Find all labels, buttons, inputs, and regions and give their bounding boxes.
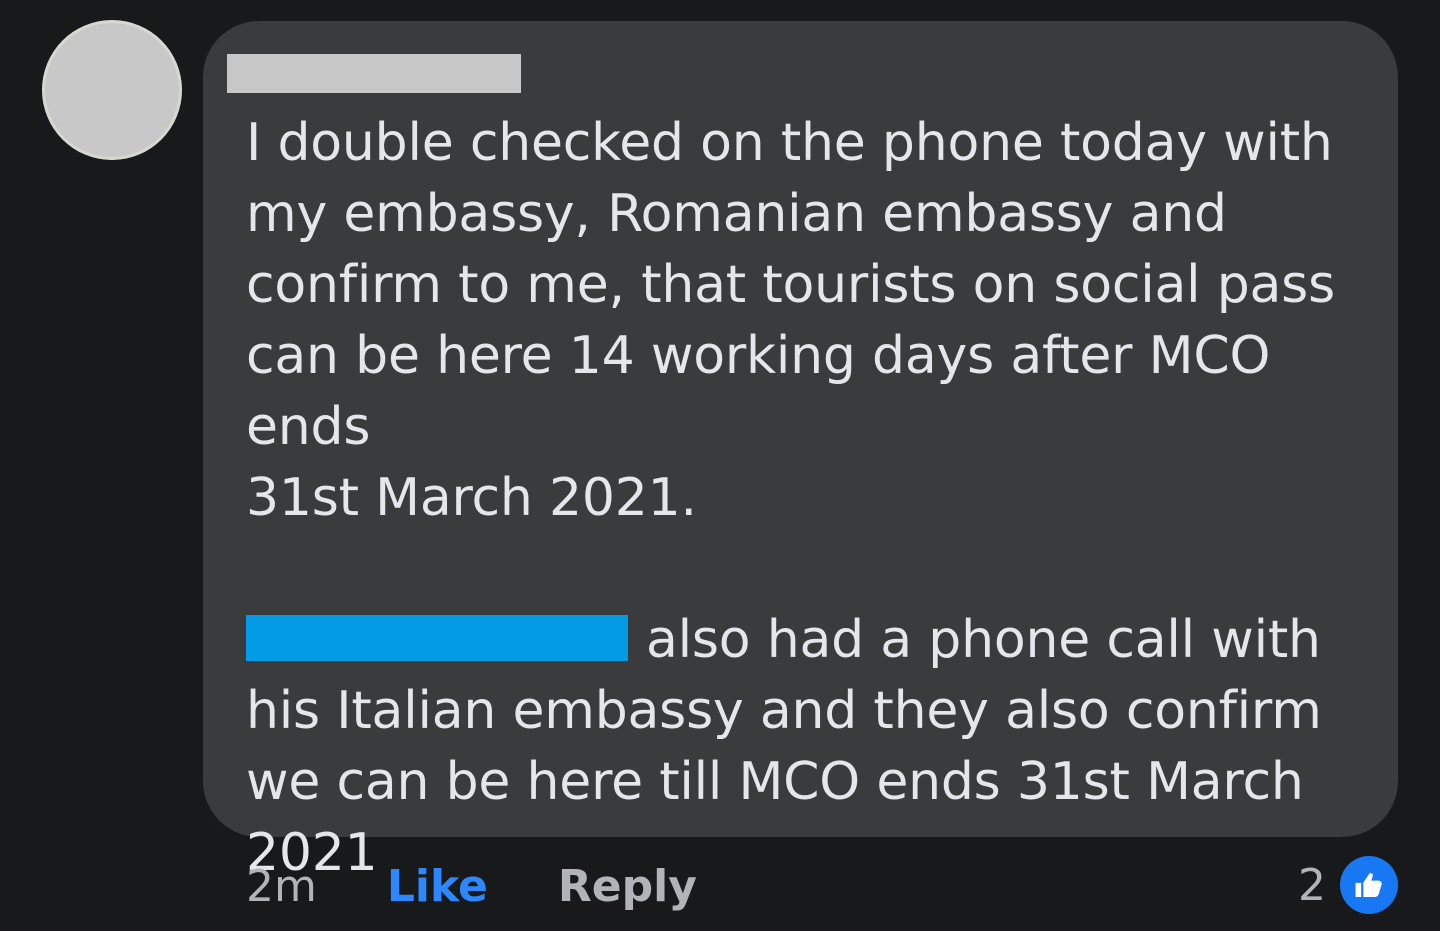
- thumbs-up-icon: [1340, 856, 1398, 914]
- redacted-author-name: [227, 54, 521, 93]
- reaction-count: 2: [1298, 859, 1326, 911]
- redacted-mention[interactable]: [246, 615, 628, 661]
- reply-button[interactable]: Reply: [558, 861, 697, 912]
- comment-body: I double checked on the phone today with…: [246, 108, 1370, 889]
- avatar[interactable]: [42, 20, 182, 160]
- comment-actions: 2m Like Reply: [246, 856, 697, 916]
- comment-paragraph: I double checked on the phone today with…: [246, 113, 1335, 528]
- comment-time[interactable]: 2m: [246, 861, 317, 912]
- mention-paragraph: also had a phone call with his Italian e…: [246, 605, 1370, 889]
- comment-bubble: I double checked on the phone today with…: [203, 21, 1398, 883]
- reaction-summary[interactable]: 2: [1298, 853, 1398, 917]
- like-button[interactable]: Like: [387, 861, 488, 912]
